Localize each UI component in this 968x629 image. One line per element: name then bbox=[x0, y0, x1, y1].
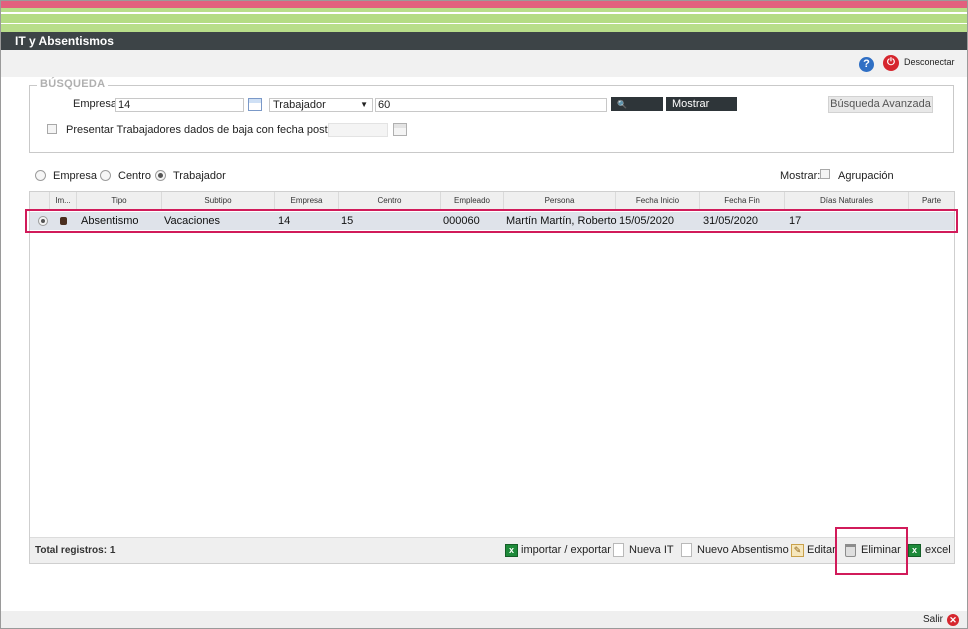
delete-highlight-box bbox=[835, 527, 908, 575]
grid-footer: Total registros: 1 x importar / exportar… bbox=[30, 537, 954, 563]
search-type-value: Trabajador bbox=[273, 99, 326, 111]
power-icon[interactable]: ⏻ bbox=[883, 55, 899, 71]
agrupacion-checkbox[interactable] bbox=[820, 169, 830, 179]
col-parte[interactable]: Parte bbox=[909, 192, 954, 210]
empresa-lookup-icon[interactable] bbox=[248, 98, 262, 111]
empresa-label: Empresa bbox=[73, 98, 118, 110]
row-highlight-box bbox=[25, 209, 958, 233]
header-stripe-green-3 bbox=[1, 24, 967, 32]
help-icon[interactable]: ? bbox=[859, 57, 874, 72]
page-title: IT y Absentismos bbox=[1, 32, 967, 50]
app-window: IT y Absentismos ? ⏻ Desconectar BÚSQUED… bbox=[0, 0, 968, 629]
close-icon[interactable]: ✕ bbox=[947, 614, 959, 626]
col-fecha-inicio[interactable]: Fecha Inicio bbox=[616, 192, 700, 210]
busqueda-avanzada-button[interactable]: Búsqueda Avanzada bbox=[828, 96, 933, 113]
header-stripe-pink bbox=[1, 1, 967, 8]
excel-button[interactable]: excel bbox=[925, 543, 951, 557]
col-select[interactable] bbox=[30, 192, 50, 210]
search-panel: BÚSQUEDA Empresa 14 Trabajador ▼ 60 🔍Bus… bbox=[29, 78, 954, 153]
nueva-it-button[interactable]: Nueva IT bbox=[629, 543, 674, 557]
nuevo-absentismo-button[interactable]: Nuevo Absentismo bbox=[697, 543, 789, 557]
header-stripe-green-2 bbox=[1, 14, 967, 23]
editar-button[interactable]: Editar bbox=[807, 543, 836, 557]
agrupacion-label: Agrupación bbox=[838, 170, 894, 182]
chevron-down-icon: ▼ bbox=[360, 100, 368, 109]
importar-exportar-button[interactable]: importar / exportar bbox=[521, 543, 611, 557]
total-registros: Total registros: 1 bbox=[35, 545, 116, 556]
search-type-select[interactable]: Trabajador ▼ bbox=[269, 98, 373, 112]
document-icon[interactable] bbox=[613, 543, 624, 557]
mostrar-todo-button[interactable]: Mostrar Todo bbox=[666, 97, 737, 124]
empresa-input[interactable]: 14 bbox=[115, 98, 244, 112]
results-grid: Im... Tipo Subtipo Empresa Centro Emplea… bbox=[29, 191, 955, 564]
logout-link[interactable]: Desconectar bbox=[904, 57, 955, 67]
col-subtipo[interactable]: Subtipo bbox=[162, 192, 275, 210]
col-empleado[interactable]: Empleado bbox=[441, 192, 504, 210]
grid-header: Im... Tipo Subtipo Empresa Centro Emplea… bbox=[30, 192, 954, 210]
excel-import-icon[interactable]: x bbox=[505, 544, 518, 557]
col-dias-naturales[interactable]: Días Naturales bbox=[785, 192, 909, 210]
baja-date-input[interactable] bbox=[328, 123, 388, 137]
radio-trabajador[interactable] bbox=[155, 170, 166, 181]
search-icon: 🔍 bbox=[617, 100, 627, 109]
salir-button[interactable]: Salir bbox=[923, 614, 943, 625]
search-legend: BÚSQUEDA bbox=[37, 78, 109, 90]
buscar-button[interactable]: 🔍Buscar bbox=[611, 97, 663, 125]
calendar-icon[interactable] bbox=[393, 123, 407, 136]
col-persona[interactable]: Persona bbox=[504, 192, 616, 210]
radio-trabajador-label: Trabajador bbox=[173, 170, 226, 182]
edit-icon[interactable]: ✎ bbox=[791, 544, 804, 557]
document-icon[interactable] bbox=[681, 543, 692, 557]
mostrar-label: Mostrar: bbox=[780, 170, 821, 182]
radio-centro-label: Centro bbox=[118, 170, 152, 182]
excel-icon[interactable]: x bbox=[908, 544, 921, 557]
baja-checkbox[interactable] bbox=[47, 124, 57, 134]
col-fecha-fin[interactable]: Fecha Fin bbox=[700, 192, 785, 210]
col-centro[interactable]: Centro bbox=[339, 192, 441, 210]
radio-empresa-label: Empresa bbox=[53, 170, 98, 182]
top-toolbar: ? ⏻ Desconectar bbox=[1, 50, 967, 77]
baja-label: Presentar Trabajadores dados de baja con… bbox=[66, 124, 359, 136]
radio-empresa[interactable] bbox=[35, 170, 46, 181]
radio-centro[interactable] bbox=[100, 170, 111, 181]
bottom-bar: Salir ✕ bbox=[1, 611, 967, 628]
trabajador-input[interactable]: 60 bbox=[375, 98, 607, 112]
col-empresa[interactable]: Empresa bbox=[275, 192, 339, 210]
col-im[interactable]: Im... bbox=[50, 192, 77, 210]
col-tipo[interactable]: Tipo bbox=[77, 192, 162, 210]
